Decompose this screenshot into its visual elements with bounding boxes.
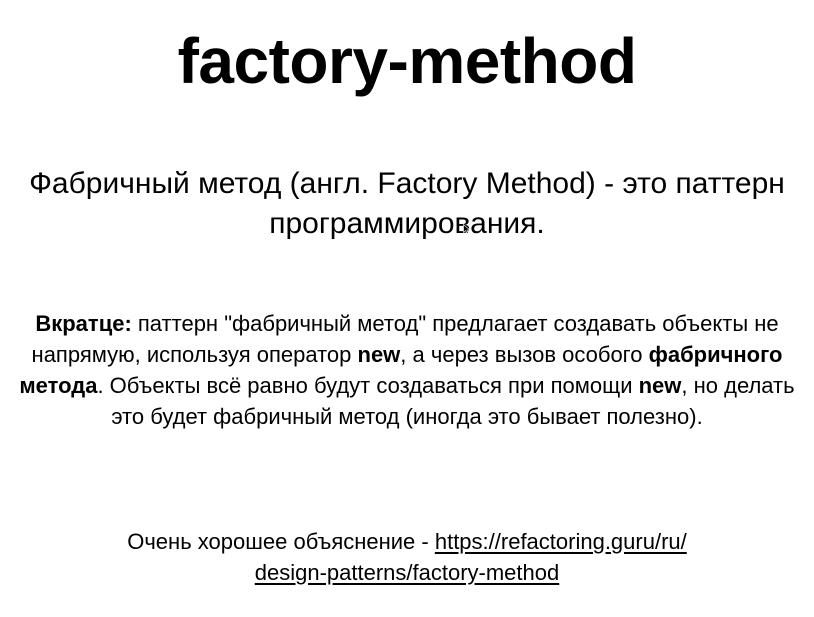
- explanation-paragraph: Очень хорошее объяснение - https://refac…: [40, 526, 774, 588]
- summary-paragraph: Вкратце: паттерн "фабричный метод" предл…: [10, 308, 804, 432]
- summary-lead: Вкратце:: [35, 311, 132, 336]
- summary-text-3: . Объекты всё равно будут создаваться пр…: [97, 373, 639, 398]
- mouse-pointer-icon: [463, 224, 471, 234]
- explanation-text: Очень хорошее объяснение -: [127, 529, 435, 554]
- link-line-2: design-patterns/factory-method: [254, 560, 560, 585]
- slide-title: factory-method: [177, 25, 637, 97]
- link-line-1: https://refactoring.guru/ru/: [434, 529, 687, 554]
- definition-text: Фабричный метод (англ. Factory Method) -…: [29, 167, 785, 240]
- keyword-new-1: new: [357, 342, 401, 367]
- keyword-new-2: new: [638, 373, 682, 398]
- summary-text-2: , а через вызов особого: [400, 342, 649, 367]
- slide: factory-method Фабричный метод (англ. Fa…: [0, 0, 814, 617]
